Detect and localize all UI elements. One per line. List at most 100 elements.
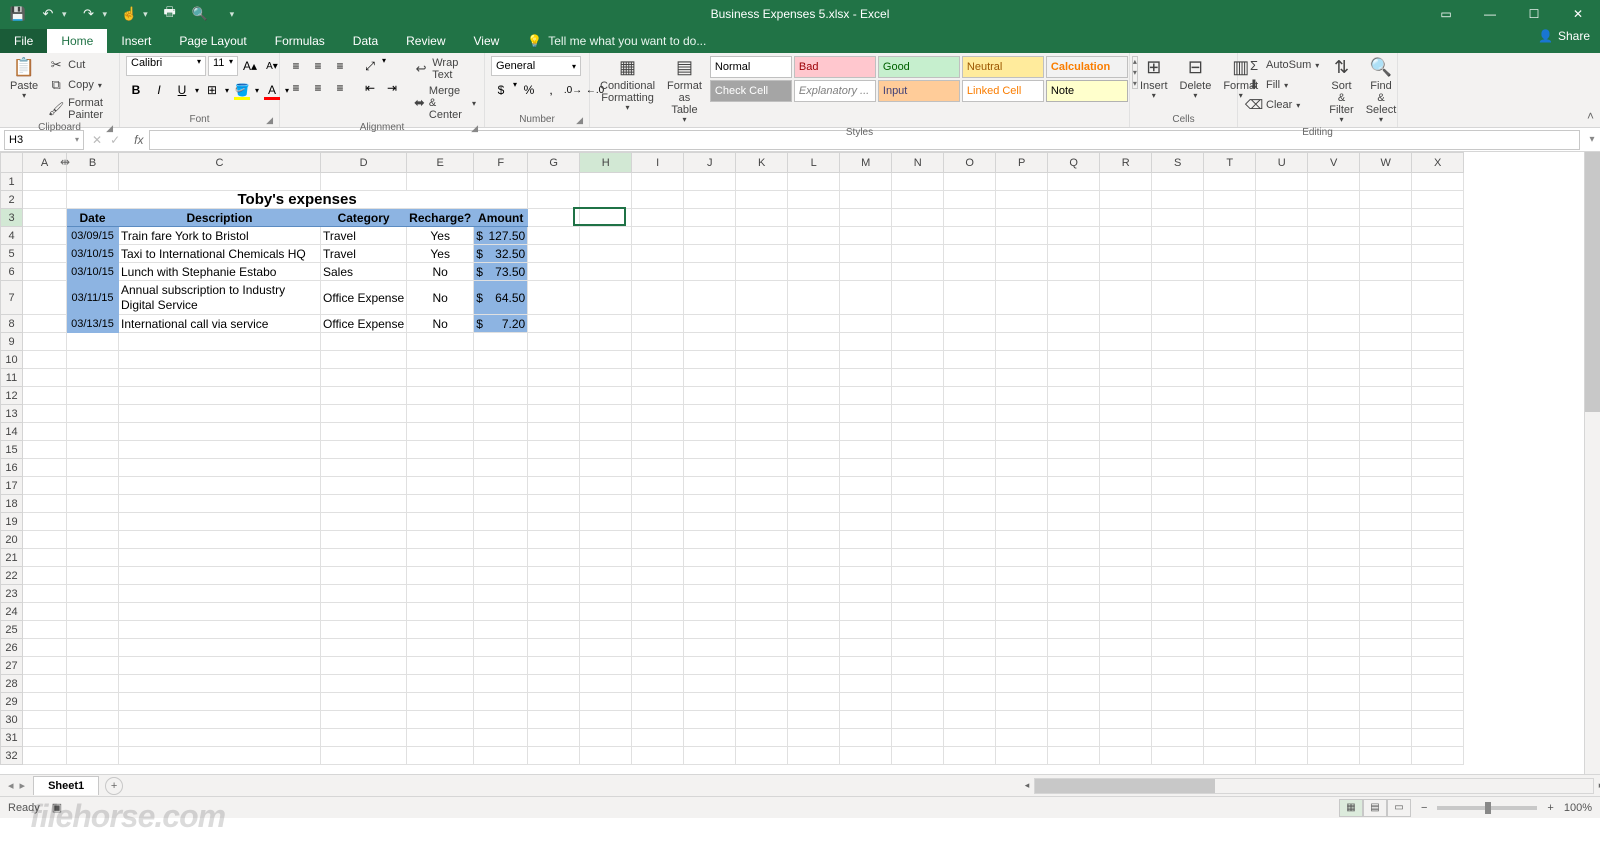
cell[interactable] bbox=[684, 351, 736, 369]
cell[interactable] bbox=[1152, 603, 1204, 621]
fill-button[interactable]: ⬇Fill▾ bbox=[1244, 76, 1321, 94]
zoom-out-icon[interactable]: − bbox=[1421, 802, 1427, 814]
cell[interactable] bbox=[788, 459, 840, 477]
cell[interactable] bbox=[119, 675, 321, 693]
cell[interactable] bbox=[23, 281, 67, 315]
cell[interactable] bbox=[1256, 263, 1308, 281]
cell[interactable] bbox=[944, 423, 996, 441]
cell[interactable] bbox=[528, 549, 580, 567]
cell[interactable] bbox=[119, 423, 321, 441]
cell[interactable] bbox=[1412, 173, 1464, 191]
col-header-M[interactable]: M bbox=[840, 153, 892, 173]
cell[interactable] bbox=[1256, 549, 1308, 567]
cell[interactable] bbox=[119, 603, 321, 621]
cell[interactable] bbox=[1204, 315, 1256, 333]
cell[interactable] bbox=[1152, 639, 1204, 657]
cell[interactable] bbox=[736, 459, 788, 477]
cell[interactable] bbox=[788, 729, 840, 747]
cell[interactable] bbox=[1204, 351, 1256, 369]
cell[interactable] bbox=[23, 387, 67, 405]
cell[interactable] bbox=[1360, 711, 1412, 729]
cell[interactable] bbox=[1360, 639, 1412, 657]
cell[interactable] bbox=[996, 173, 1048, 191]
cell[interactable] bbox=[840, 405, 892, 423]
cell[interactable] bbox=[736, 351, 788, 369]
cell[interactable] bbox=[1308, 657, 1360, 675]
cell[interactable] bbox=[67, 675, 119, 693]
cell[interactable] bbox=[1152, 621, 1204, 639]
cell[interactable] bbox=[1256, 387, 1308, 405]
insert-cells-button[interactable]: ⊞Insert▾ bbox=[1136, 56, 1172, 103]
cell[interactable] bbox=[321, 621, 407, 639]
cell[interactable] bbox=[67, 333, 119, 351]
align-right-icon[interactable]: ≡ bbox=[330, 78, 350, 98]
align-center-icon[interactable]: ≡ bbox=[308, 78, 328, 98]
row-header-17[interactable]: 17 bbox=[1, 477, 23, 495]
cell[interactable] bbox=[632, 315, 684, 333]
cell[interactable] bbox=[632, 441, 684, 459]
cell[interactable] bbox=[528, 369, 580, 387]
col-header-W[interactable]: W bbox=[1360, 153, 1412, 173]
cell[interactable] bbox=[944, 263, 996, 281]
cell[interactable] bbox=[321, 495, 407, 513]
cell[interactable] bbox=[1360, 495, 1412, 513]
cell[interactable] bbox=[944, 585, 996, 603]
cell[interactable] bbox=[892, 567, 944, 585]
cell[interactable] bbox=[1204, 405, 1256, 423]
cell[interactable] bbox=[840, 333, 892, 351]
cell[interactable] bbox=[788, 351, 840, 369]
cell[interactable] bbox=[407, 441, 474, 459]
col-header-D[interactable]: D bbox=[321, 153, 407, 173]
tab-page-layout[interactable]: Page Layout bbox=[165, 29, 260, 53]
cell[interactable] bbox=[321, 675, 407, 693]
cell[interactable] bbox=[1360, 405, 1412, 423]
cell[interactable] bbox=[1100, 585, 1152, 603]
col-header-H[interactable]: H bbox=[580, 153, 632, 173]
cell[interactable] bbox=[1048, 315, 1100, 333]
cell[interactable] bbox=[1256, 209, 1308, 227]
cell-category[interactable]: Sales bbox=[321, 263, 407, 281]
cell[interactable] bbox=[528, 513, 580, 531]
cell[interactable] bbox=[944, 693, 996, 711]
cell[interactable] bbox=[632, 495, 684, 513]
cell[interactable] bbox=[788, 747, 840, 765]
cell[interactable] bbox=[892, 675, 944, 693]
cell[interactable] bbox=[736, 333, 788, 351]
cell[interactable] bbox=[407, 405, 474, 423]
cell[interactable] bbox=[580, 387, 632, 405]
cell[interactable] bbox=[1048, 747, 1100, 765]
table-header[interactable]: Date bbox=[67, 209, 119, 227]
cell[interactable] bbox=[1048, 477, 1100, 495]
cell[interactable] bbox=[1152, 423, 1204, 441]
cell[interactable] bbox=[474, 747, 528, 765]
cell[interactable] bbox=[528, 173, 580, 191]
cell[interactable] bbox=[1412, 315, 1464, 333]
cell[interactable] bbox=[119, 585, 321, 603]
cell[interactable] bbox=[67, 693, 119, 711]
cell[interactable] bbox=[528, 639, 580, 657]
cell[interactable] bbox=[632, 387, 684, 405]
cell[interactable] bbox=[840, 729, 892, 747]
cell[interactable] bbox=[996, 477, 1048, 495]
cell[interactable] bbox=[1308, 173, 1360, 191]
cell[interactable] bbox=[528, 603, 580, 621]
cell[interactable] bbox=[996, 333, 1048, 351]
cell[interactable] bbox=[736, 603, 788, 621]
cell[interactable] bbox=[580, 675, 632, 693]
tab-home[interactable]: Home bbox=[47, 29, 107, 53]
print-preview-icon[interactable]: 🔍 bbox=[192, 6, 208, 22]
cell[interactable] bbox=[321, 513, 407, 531]
cell[interactable] bbox=[1412, 495, 1464, 513]
cell[interactable] bbox=[321, 549, 407, 567]
cell[interactable] bbox=[1100, 549, 1152, 567]
cell[interactable] bbox=[67, 351, 119, 369]
cell[interactable] bbox=[580, 747, 632, 765]
cell[interactable] bbox=[944, 333, 996, 351]
cell[interactable] bbox=[321, 693, 407, 711]
cell[interactable] bbox=[1152, 657, 1204, 675]
row-header-5[interactable]: 5 bbox=[1, 245, 23, 263]
cell[interactable] bbox=[474, 387, 528, 405]
cell[interactable] bbox=[1204, 333, 1256, 351]
cell[interactable] bbox=[580, 405, 632, 423]
cell[interactable] bbox=[632, 281, 684, 315]
